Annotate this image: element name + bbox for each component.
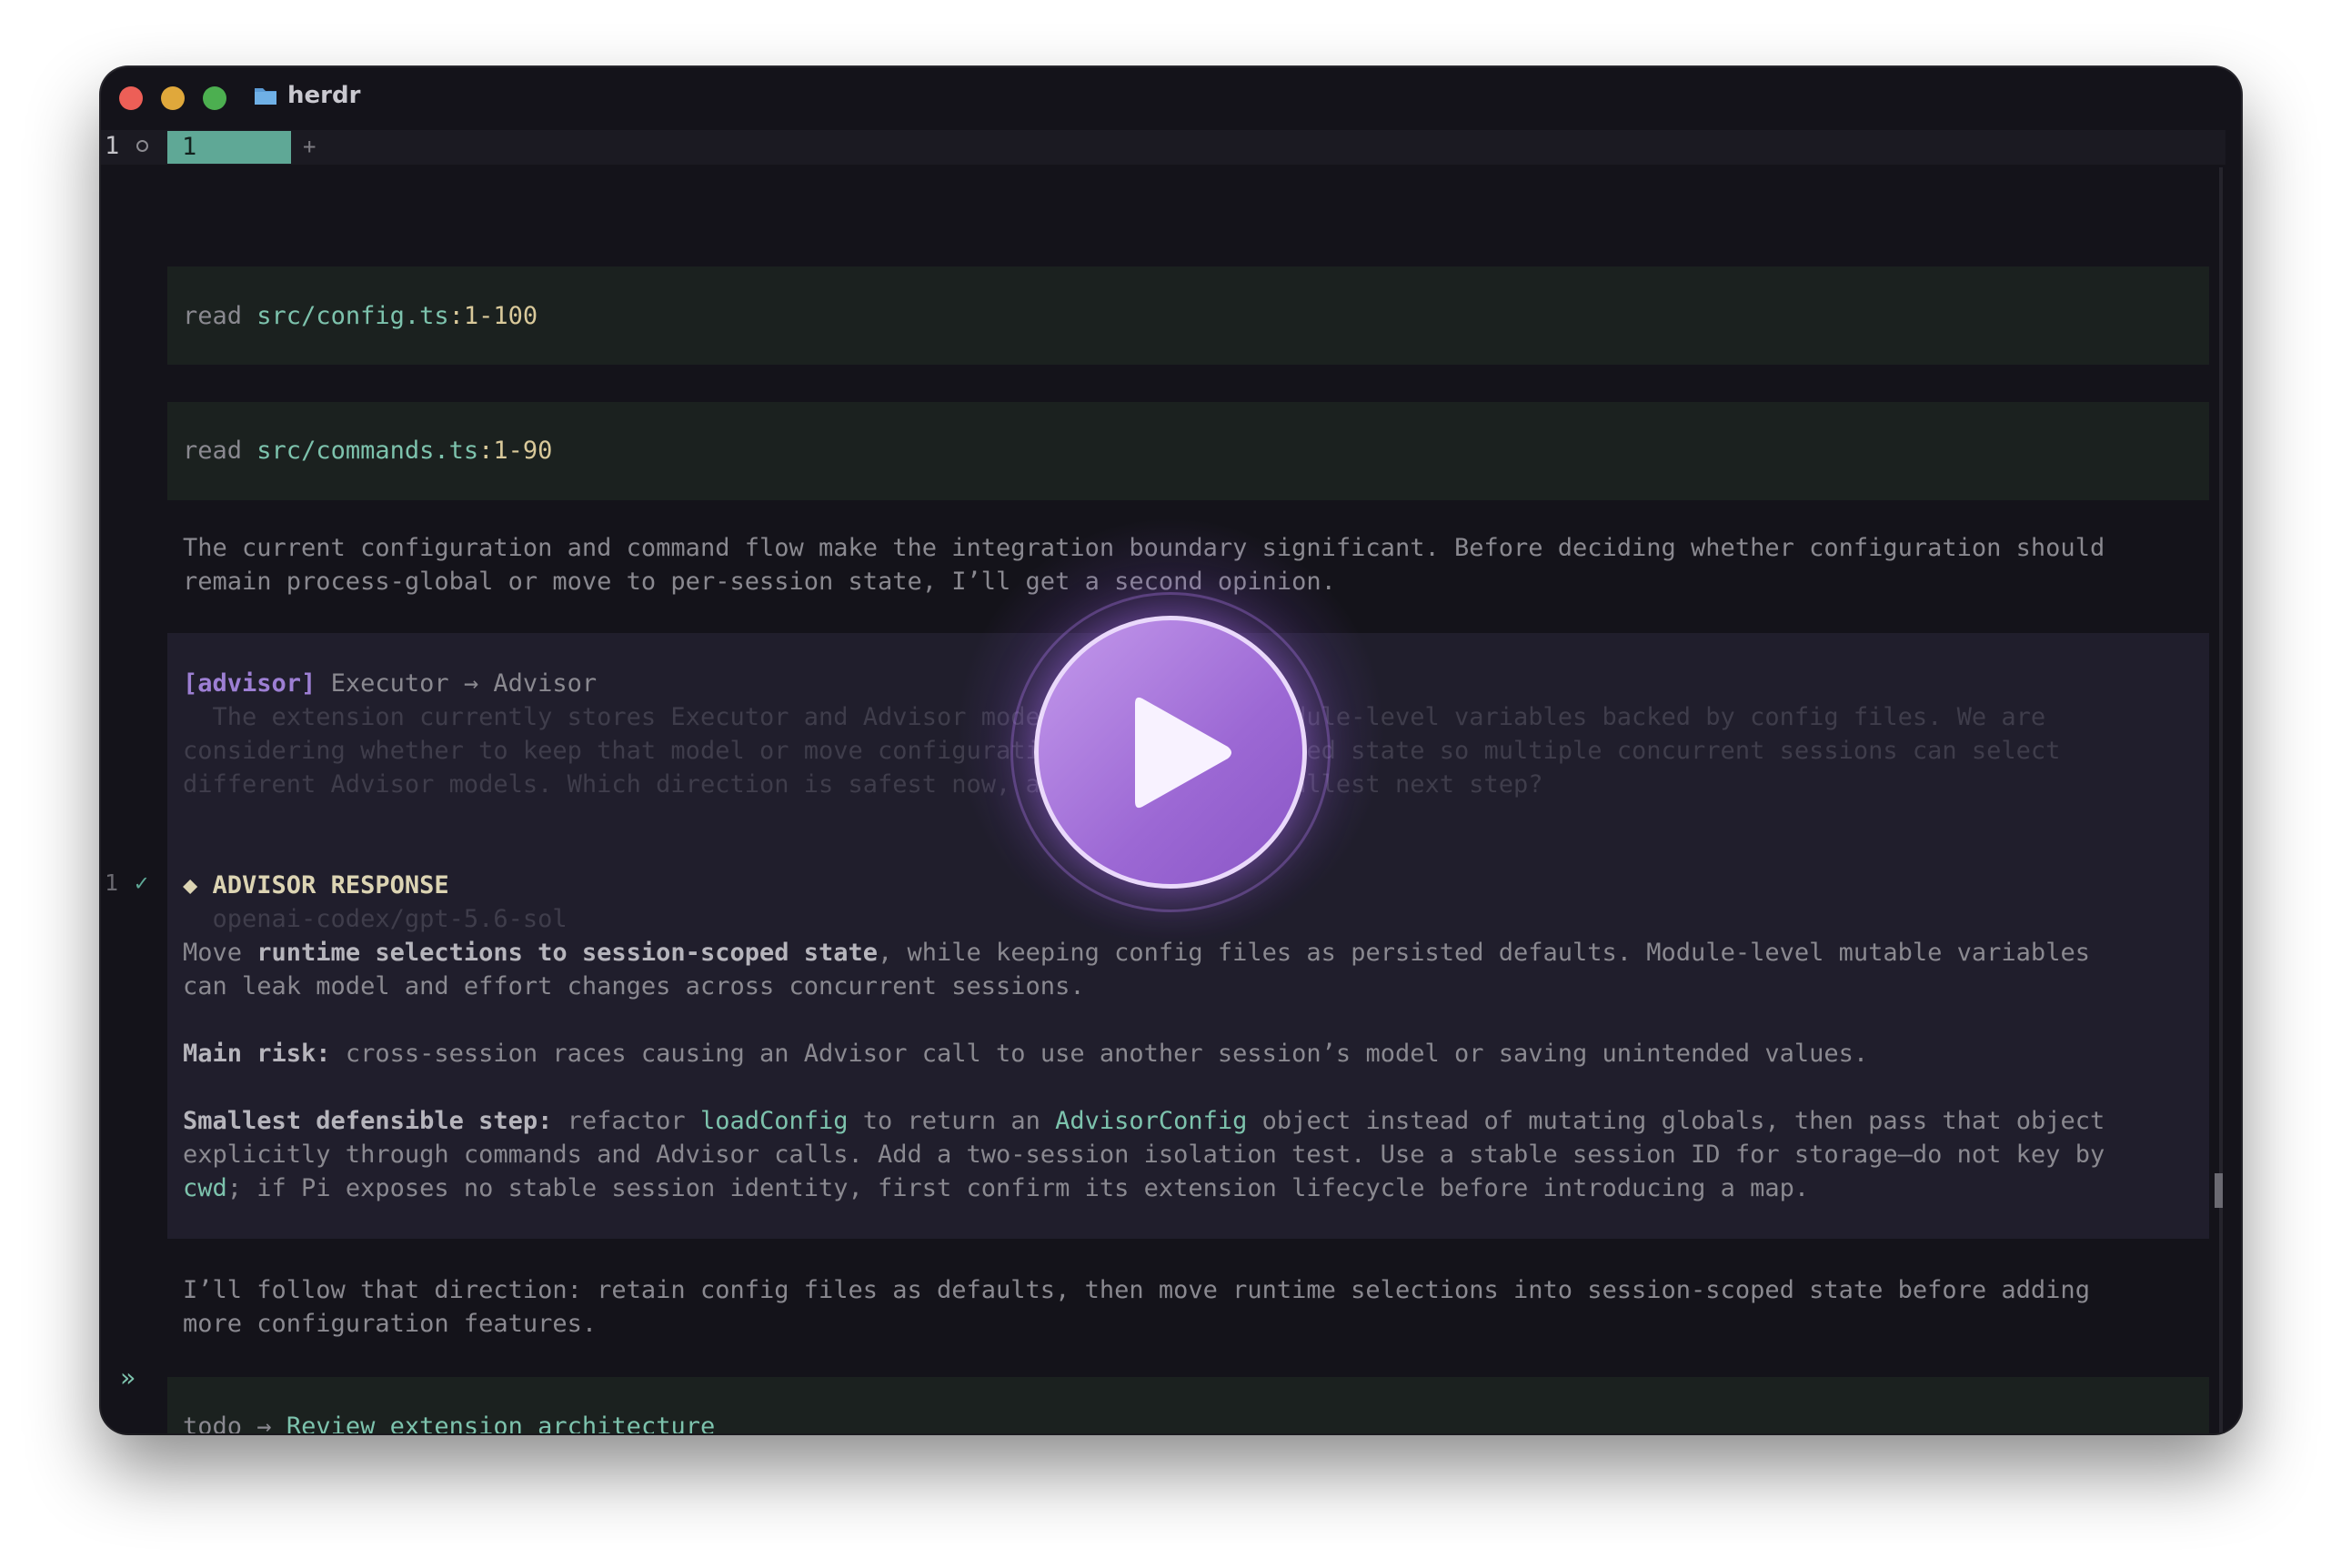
advisor-tag: [advisor] <box>183 669 316 698</box>
tab-1[interactable]: 1 <box>167 131 291 164</box>
model-name: openai-codex/gpt-5.6-sol <box>183 905 568 933</box>
workspace-index: 1 <box>105 132 120 160</box>
play-button[interactable] <box>1034 616 1307 889</box>
check-icon: ✓ <box>135 869 149 896</box>
prompt-indicator: » <box>120 1362 136 1392</box>
window-title: herdr <box>287 82 361 109</box>
read-tool-call: read src/config.ts:1-100 <box>167 266 2209 365</box>
todo-tool-call: todo → Review extension architecture com… <box>167 1377 2209 1433</box>
play-icon <box>1135 697 1231 809</box>
folder-icon <box>255 88 276 105</box>
status-circle-icon <box>136 140 148 152</box>
line-number: 1 <box>105 869 119 896</box>
file-path: src/config.ts <box>256 302 449 330</box>
scrollbar-thumb[interactable] <box>2215 1173 2223 1208</box>
line-range: :1-90 <box>478 437 553 465</box>
advisor-response-title: ADVISOR RESPONSE <box>212 871 449 900</box>
read-tool-call: read src/commands.ts:1-90 <box>167 402 2209 500</box>
title-bar: herdr <box>101 67 2241 129</box>
new-tab-button[interactable]: + <box>303 134 316 159</box>
scrollbar-track[interactable] <box>2219 167 2223 1433</box>
assistant-message: I’ll follow that direction: retain confi… <box>183 1276 2090 1338</box>
minimize-window-button[interactable] <box>161 86 185 110</box>
file-path: src/commands.ts <box>256 437 479 465</box>
close-window-button[interactable] <box>119 86 143 110</box>
todo-task: Review extension architecture <box>286 1412 716 1433</box>
line-range: :1-100 <box>448 302 538 330</box>
tab-bar: 1 1 + <box>101 130 2225 165</box>
maximize-window-button[interactable] <box>203 86 226 110</box>
